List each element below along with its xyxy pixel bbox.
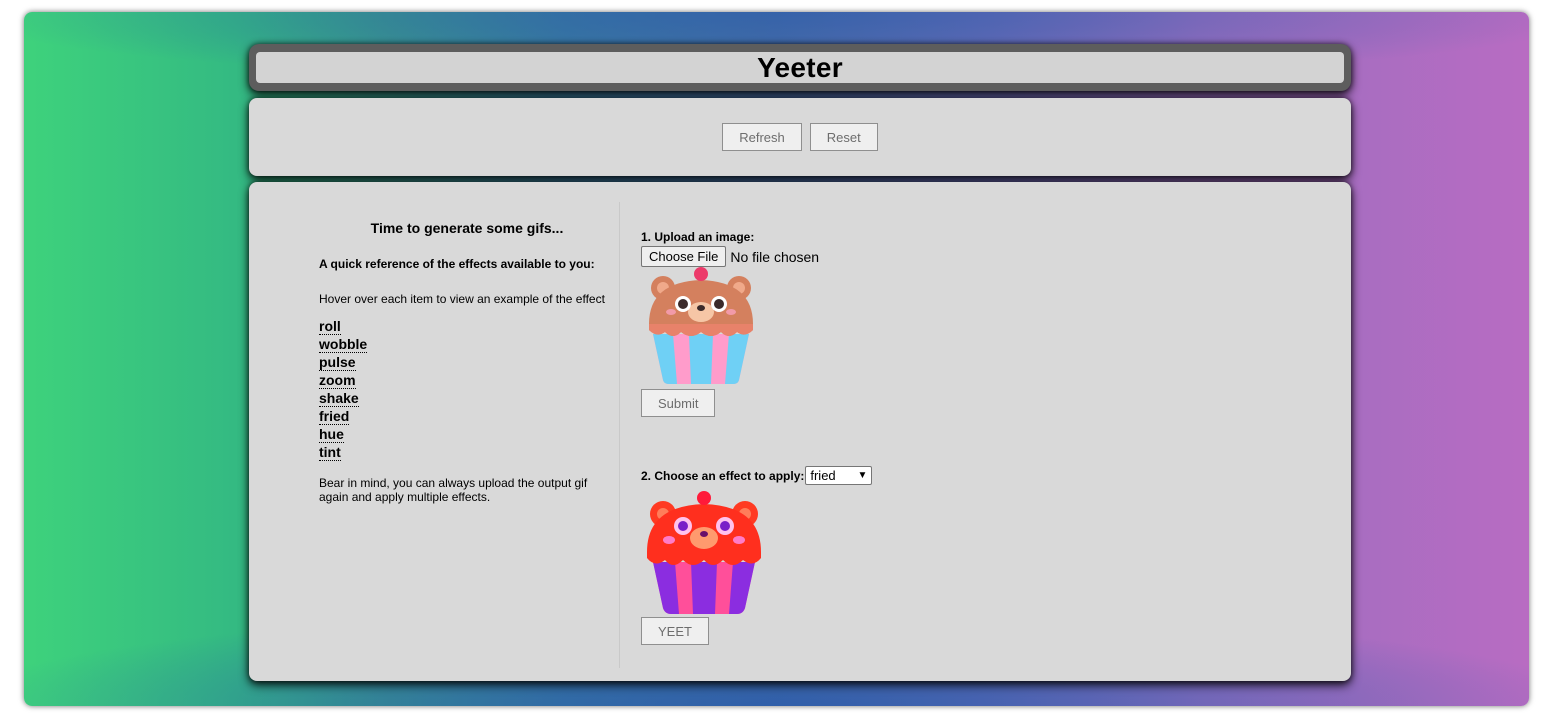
reset-button[interactable]: Reset [809, 123, 878, 151]
effect-selected-value: fried [810, 468, 836, 483]
column-divider [619, 202, 620, 668]
refresh-button[interactable]: Refresh [722, 123, 802, 151]
file-status: No file chosen [730, 248, 820, 265]
list-item: shake [319, 390, 619, 408]
chevron-down-icon: ▼ [857, 470, 868, 481]
list-item: pulse [319, 354, 619, 372]
list-item: hue [319, 426, 619, 444]
list-item: fried [319, 408, 619, 426]
main-panel: Time to generate some gifs... A quick re… [249, 182, 1351, 681]
list-item: roll [319, 318, 619, 336]
effect-pulse[interactable]: pulse [319, 354, 356, 371]
effects-reference: Time to generate some gifs... A quick re… [319, 220, 619, 504]
reference-heading: Time to generate some gifs... [370, 220, 564, 236]
app-background: Yeeter Refresh Reset Time to generate so… [24, 12, 1529, 706]
title-bar: Yeeter [256, 52, 1344, 83]
cupcake-bear-image [649, 267, 753, 384]
effect-select[interactable]: fried ▼ [805, 466, 873, 485]
effect-tint[interactable]: tint [319, 444, 341, 461]
yeet-button[interactable]: YEET [641, 617, 709, 645]
list-item: tint [319, 444, 619, 462]
title-panel: Yeeter [249, 44, 1351, 91]
reference-subheading: A quick reference of the effects availab… [319, 257, 595, 271]
reference-note: Bear in mind, you can always upload the … [319, 476, 588, 504]
effects-list: roll wobble pulse zoom shake fried hue t… [319, 318, 619, 462]
hover-hint: Hover over each item to view an example … [319, 292, 605, 306]
list-item: zoom [319, 372, 619, 390]
control-panel: Refresh Reset [249, 98, 1351, 176]
effect-zoom[interactable]: zoom [319, 372, 356, 389]
list-item: wobble [319, 336, 619, 354]
effect-roll[interactable]: roll [319, 318, 341, 335]
effect-shake[interactable]: shake [319, 390, 359, 407]
fried-cupcake-bear-image [647, 491, 761, 614]
upload-label: 1. Upload an image: [641, 230, 755, 244]
effect-hue[interactable]: hue [319, 426, 344, 443]
effect-wobble[interactable]: wobble [319, 336, 368, 353]
app-title: Yeeter [757, 51, 843, 83]
effect-chooser: 2. Choose an effect to apply: fried ▼ [641, 466, 873, 485]
submit-button[interactable]: Submit [641, 389, 716, 417]
effect-label: 2. Choose an effect to apply: [641, 468, 805, 483]
effect-fried[interactable]: fried [319, 408, 350, 425]
generator-column: 1. Upload an image: Choose File No file … [641, 230, 873, 645]
